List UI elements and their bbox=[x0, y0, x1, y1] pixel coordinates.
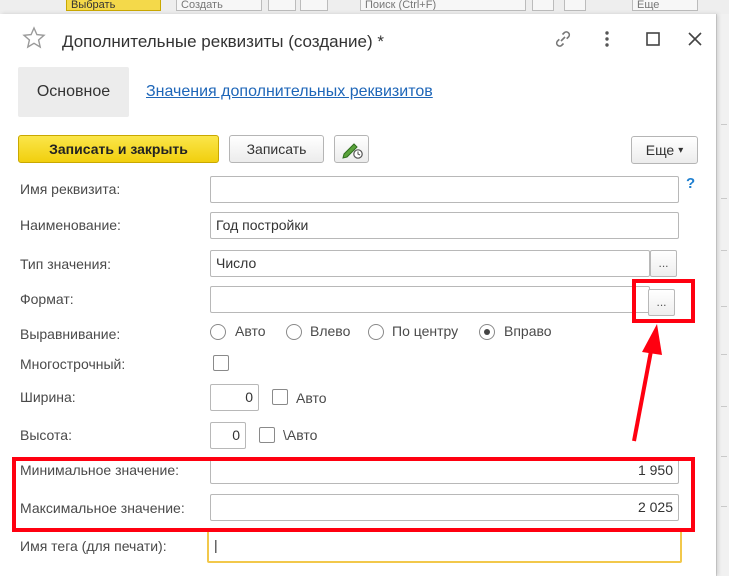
more-label: Еще bbox=[645, 142, 675, 158]
align-auto-label[interactable]: Авто bbox=[235, 323, 266, 339]
width-auto-label[interactable]: Авто bbox=[296, 390, 327, 406]
maximize-icon[interactable] bbox=[642, 28, 664, 50]
title-bar: Дополнительные реквизиты (создание) * bbox=[0, 14, 716, 64]
format-highlight-box bbox=[632, 279, 695, 323]
background-toolbar: Выбрать Создать Поиск (Ctrl+F) Еще bbox=[0, 0, 729, 15]
dialog-window: Дополнительные реквизиты (создание) * Ос… bbox=[0, 14, 716, 576]
title-label: Наименование: bbox=[20, 217, 121, 233]
value-type-label: Тип значения: bbox=[20, 256, 111, 272]
edit-settings-button[interactable] bbox=[334, 135, 369, 163]
bg-create-button: Создать bbox=[176, 0, 262, 11]
bg-search-button bbox=[564, 0, 586, 11]
bg-copy-button bbox=[268, 0, 296, 11]
format-input[interactable] bbox=[210, 286, 650, 313]
height-auto-checkbox[interactable] bbox=[259, 427, 275, 443]
alignment-label: Выравнивание: bbox=[20, 326, 121, 342]
background-list bbox=[716, 14, 729, 576]
window-title: Дополнительные реквизиты (создание) * bbox=[62, 32, 384, 51]
bg-edit-button bbox=[300, 0, 328, 11]
height-input[interactable]: 0 bbox=[210, 422, 246, 449]
link-icon[interactable] bbox=[552, 28, 574, 50]
width-input[interactable]: 0 bbox=[210, 384, 259, 411]
bg-more-button: Еще bbox=[632, 0, 698, 11]
attribute-name-input[interactable] bbox=[210, 176, 679, 203]
chevron-down-icon: ▾ bbox=[678, 144, 684, 156]
star-icon[interactable] bbox=[22, 26, 46, 50]
align-right-label[interactable]: Вправо bbox=[504, 323, 552, 339]
align-right-radio[interactable] bbox=[479, 324, 495, 340]
tag-name-label: Имя тега (для печати): bbox=[20, 538, 167, 554]
pencil-clock-icon bbox=[341, 143, 363, 159]
value-type-input[interactable]: Число bbox=[210, 250, 650, 277]
multiline-checkbox[interactable] bbox=[213, 355, 229, 371]
align-left-radio[interactable] bbox=[286, 324, 302, 340]
width-auto-checkbox[interactable] bbox=[272, 389, 288, 405]
save-button[interactable]: Записать bbox=[229, 135, 324, 163]
more-button[interactable]: Еще ▾ bbox=[631, 136, 698, 164]
bg-search-input: Поиск (Ctrl+F) bbox=[360, 0, 526, 11]
bg-clear-button bbox=[532, 0, 554, 11]
tab-values-link[interactable]: Значения дополнительных реквизитов bbox=[146, 83, 433, 101]
tab-main[interactable]: Основное bbox=[18, 67, 129, 117]
help-icon[interactable]: ? bbox=[686, 175, 695, 192]
bg-select-button: Выбрать bbox=[66, 0, 161, 11]
align-center-label[interactable]: По центру bbox=[392, 323, 458, 339]
multiline-label: Многострочный: bbox=[20, 356, 126, 372]
align-auto-radio[interactable] bbox=[210, 324, 226, 340]
width-label: Ширина: bbox=[20, 389, 76, 405]
title-input[interactable]: Год постройки bbox=[210, 212, 679, 239]
height-label: Высота: bbox=[20, 427, 72, 443]
tag-name-input[interactable]: | bbox=[207, 528, 682, 563]
value-type-select-button[interactable]: ... bbox=[650, 250, 677, 277]
format-label: Формат: bbox=[20, 291, 74, 307]
align-left-label[interactable]: Влево bbox=[310, 323, 350, 339]
save-and-close-button[interactable]: Записать и закрыть bbox=[18, 135, 219, 163]
min-max-highlight-box bbox=[12, 457, 695, 532]
attribute-name-label: Имя реквизита: bbox=[20, 181, 121, 197]
height-auto-label[interactable]: \Авто bbox=[283, 427, 317, 443]
align-center-radio[interactable] bbox=[368, 324, 384, 340]
close-icon[interactable] bbox=[684, 28, 706, 50]
kebab-menu-icon[interactable] bbox=[596, 28, 618, 50]
